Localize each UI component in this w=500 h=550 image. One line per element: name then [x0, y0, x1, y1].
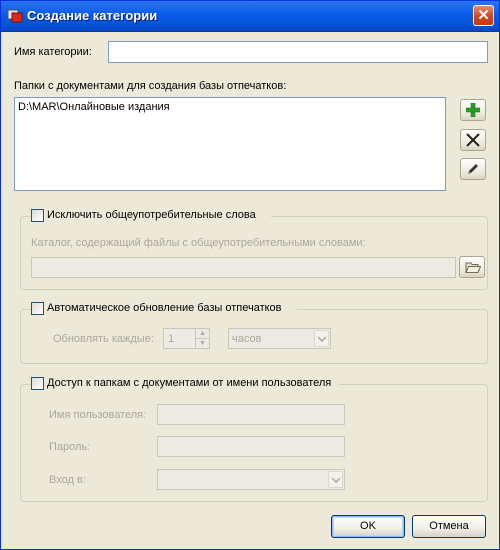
edit-folder-button[interactable] [460, 158, 486, 180]
interval-unit-select[interactable]: часов [228, 328, 331, 349]
browse-catalog-button[interactable] [459, 256, 485, 278]
exclude-words-group [20, 216, 488, 290]
x-icon [466, 133, 480, 147]
username-input[interactable] [157, 404, 345, 425]
category-name-input[interactable] [108, 41, 488, 63]
exclude-words-checkbox[interactable] [31, 209, 44, 222]
spin-up-icon[interactable]: ▲ [196, 329, 209, 339]
app-icon [7, 9, 23, 23]
auto-update-checkbox[interactable] [31, 302, 44, 315]
category-name-label: Имя категории: [14, 46, 92, 58]
plus-icon [466, 103, 480, 117]
close-button[interactable]: ✕ [473, 5, 494, 26]
password-input[interactable] [157, 436, 345, 457]
interval-unit-value: часов [232, 333, 262, 345]
catalog-path-input[interactable] [31, 257, 456, 278]
interval-spinbox[interactable]: 1 ▲ ▼ [163, 328, 210, 349]
list-item[interactable]: D:\MAR\Онлайновые издания [18, 101, 170, 113]
auto-update-toggle[interactable]: Автоматическое обновление базы отпечатко… [31, 301, 297, 317]
login-domain-select[interactable] [157, 469, 345, 490]
exclude-words-label: Исключить общеупотребительные слова [47, 209, 256, 221]
title-bar[interactable]: Создание категории ✕ [1, 1, 499, 32]
catalog-label: Каталог, содержащий файлы с общеупотреби… [31, 237, 366, 249]
username-label: Имя пользователя: [49, 409, 147, 421]
dialog-window: Создание категории ✕ Имя категории: Папк… [0, 0, 500, 550]
folders-list[interactable]: D:\MAR\Онлайновые издания [14, 97, 446, 191]
ok-button[interactable]: OK [331, 515, 405, 538]
window-title: Создание категории [27, 8, 158, 23]
chevron-down-icon[interactable] [328, 471, 343, 488]
login-label: Вход в: [49, 474, 86, 486]
user-access-toggle[interactable]: Доступ к папкам с документами от имени п… [31, 376, 339, 392]
user-access-checkbox[interactable] [31, 377, 44, 390]
close-icon: ✕ [477, 7, 490, 24]
add-folder-button[interactable] [460, 99, 486, 121]
pencil-icon [468, 164, 478, 174]
spin-down-icon[interactable]: ▼ [196, 339, 209, 349]
folder-open-icon [465, 262, 481, 273]
interval-label: Обновлять каждые: [53, 333, 154, 345]
folders-label: Папки с документами для создания базы от… [14, 80, 287, 92]
remove-folder-button[interactable] [460, 129, 486, 151]
chevron-down-icon[interactable] [314, 330, 329, 347]
password-label: Пароль: [49, 441, 91, 453]
interval-spinner[interactable]: ▲ ▼ [195, 329, 209, 348]
exclude-words-toggle[interactable]: Исключить общеупотребительные слова [31, 208, 271, 224]
user-access-label: Доступ к папкам с документами от имени п… [47, 377, 332, 389]
interval-value: 1 [168, 333, 175, 345]
auto-update-label: Автоматическое обновление базы отпечатко… [47, 302, 282, 314]
cancel-button[interactable]: Отмена [412, 515, 486, 538]
